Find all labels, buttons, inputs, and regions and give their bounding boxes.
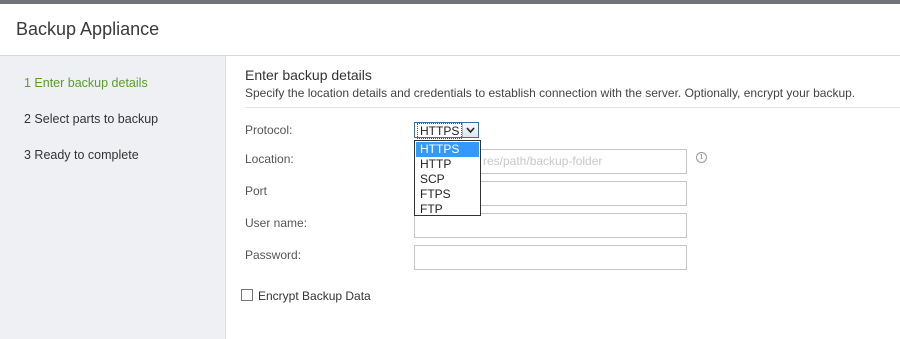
protocol-option-scp[interactable]: SCP (416, 172, 479, 187)
step-ready-to-complete[interactable]: 3 Ready to complete (24, 148, 139, 162)
wizard-sidebar (0, 56, 226, 339)
location-label: Location: (245, 152, 294, 166)
page-description: Specify the location details and credent… (245, 86, 856, 100)
protocol-option-ftps[interactable]: FTPS (416, 187, 479, 202)
heading-divider (245, 107, 900, 108)
info-icon[interactable]: i (696, 152, 707, 163)
password-label: Password: (245, 248, 302, 262)
encrypt-checkbox[interactable] (241, 289, 253, 301)
password-input[interactable] (414, 245, 687, 270)
protocol-label: Protocol: (245, 123, 293, 137)
protocol-select[interactable]: HTTPS (414, 122, 479, 139)
step-select-parts[interactable]: 2 Select parts to backup (24, 112, 158, 126)
chevron-down-icon[interactable] (462, 123, 478, 137)
encrypt-label[interactable]: Encrypt Backup Data (258, 289, 371, 303)
step-enter-backup-details[interactable]: 1 Enter backup details (24, 76, 148, 90)
username-label: User name: (245, 216, 308, 230)
protocol-option-https[interactable]: HTTPS (416, 142, 479, 157)
protocol-option-ftp[interactable]: FTP (416, 202, 479, 217)
window-title: Backup Appliance (16, 19, 160, 39)
top-bar (0, 0, 900, 4)
port-label: Port (245, 184, 268, 198)
protocol-option-http[interactable]: HTTP (416, 157, 479, 172)
protocol-selected-value: HTTPS (417, 123, 463, 139)
protocol-dropdown-list: HTTPS HTTP SCP FTPS FTP (414, 140, 481, 216)
page-heading: Enter backup details (245, 67, 372, 83)
